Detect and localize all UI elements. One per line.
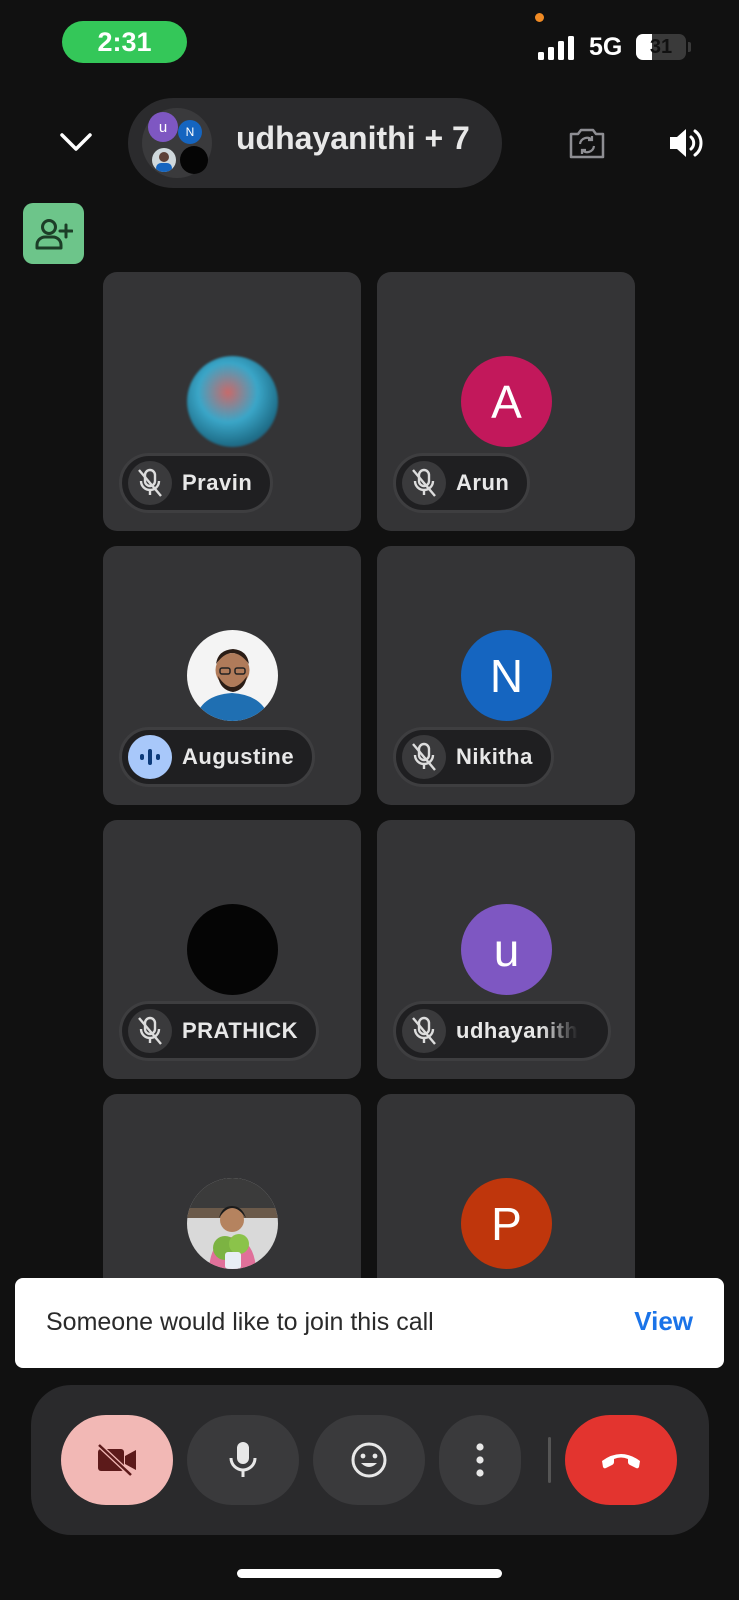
participant-avatar-initial: P [461,1178,552,1269]
participant-name: Nikitha [456,744,533,769]
call-controls-bar [31,1385,709,1535]
mic-muted-icon [402,1009,446,1053]
join-request-message: Someone would like to join this call [46,1308,434,1336]
mic-muted-icon [402,461,446,505]
participant-avatar-photo [187,630,278,721]
call-participants-pill[interactable]: u N udhayanithi + 7 [128,98,502,188]
flip-camera-icon [569,128,605,159]
participant-avatar-initial: u [461,904,552,995]
mic-muted-icon [128,461,172,505]
end-call-button[interactable] [565,1415,677,1505]
cluster-avatar-photo [152,148,176,172]
participant-avatar-photo [187,1178,278,1269]
participant-tile[interactable]: Pravin [103,272,361,531]
mic-muted-icon [128,1009,172,1053]
privacy-indicator-dot [535,13,544,22]
participant-name-pill: Augustine [119,727,316,787]
participant-avatar-photo [187,356,278,447]
mic-icon [229,1442,257,1477]
home-indicator[interactable] [237,1569,502,1578]
camera-off-icon [97,1443,136,1477]
camera-toggle-button[interactable] [61,1415,173,1505]
participant-tile[interactable]: A Arun [377,272,635,531]
participant-tile[interactable]: P [377,1094,635,1294]
participant-avatar-initial: A [461,356,552,447]
status-time: 2:31 [62,21,187,63]
cluster-avatar-n: N [178,120,202,144]
participant-name: Arun [456,470,510,495]
reactions-button[interactable] [313,1415,425,1505]
cluster-avatar-u: u [148,112,178,142]
participant-name-pill: Arun [393,453,531,513]
chevron-down-icon [60,133,92,151]
join-request-toast: Someone would like to join this call Vie… [15,1278,724,1368]
mic-muted-icon [402,735,446,779]
call-title: udhayanithi + 7 [236,120,470,156]
controls-divider [548,1437,551,1483]
battery-level: 31 [649,35,673,58]
network-type: 5G [589,33,623,61]
participant-avatar-initial: N [461,630,552,721]
participant-name-pill: udhayanith [393,1001,611,1061]
participant-name-pill: Nikitha [393,727,554,787]
participant-tile[interactable] [103,1094,361,1294]
battery-nub [688,42,691,52]
end-call-icon [602,1454,640,1469]
participant-name-pill: PRATHICK [119,1001,320,1061]
add-person-button[interactable] [23,203,84,264]
collapse-call-button[interactable] [52,118,100,166]
more-options-button[interactable] [439,1415,521,1505]
participant-tile[interactable]: Augustine [103,546,361,805]
avatar-cluster: u N [142,108,212,178]
emoji-icon [351,1442,387,1478]
participant-name: PRATHICK [182,1018,299,1043]
speaker-button[interactable] [662,119,710,167]
participant-name: Pravin [182,470,253,495]
microphone-toggle-button[interactable] [187,1415,299,1505]
view-join-request-button[interactable]: View [634,1306,693,1337]
add-person-icon [35,218,73,249]
cluster-avatar-dark [180,146,208,174]
participant-name: Augustine [182,744,295,769]
participant-name: udhayanith [456,1018,579,1043]
participant-name-pill: Pravin [119,453,274,513]
cellular-signal-icon [538,36,574,60]
battery-icon: 31 [636,34,686,60]
flip-camera-button[interactable] [563,119,611,167]
more-vertical-icon [476,1443,484,1477]
speaker-icon [670,129,703,157]
participant-tile[interactable]: N Nikitha [377,546,635,805]
participant-avatar-photo [187,904,278,995]
participant-tile[interactable]: PRATHICK [103,820,361,1079]
participant-tile[interactable]: u udhayanith [377,820,635,1079]
speaking-indicator-icon [128,735,172,779]
